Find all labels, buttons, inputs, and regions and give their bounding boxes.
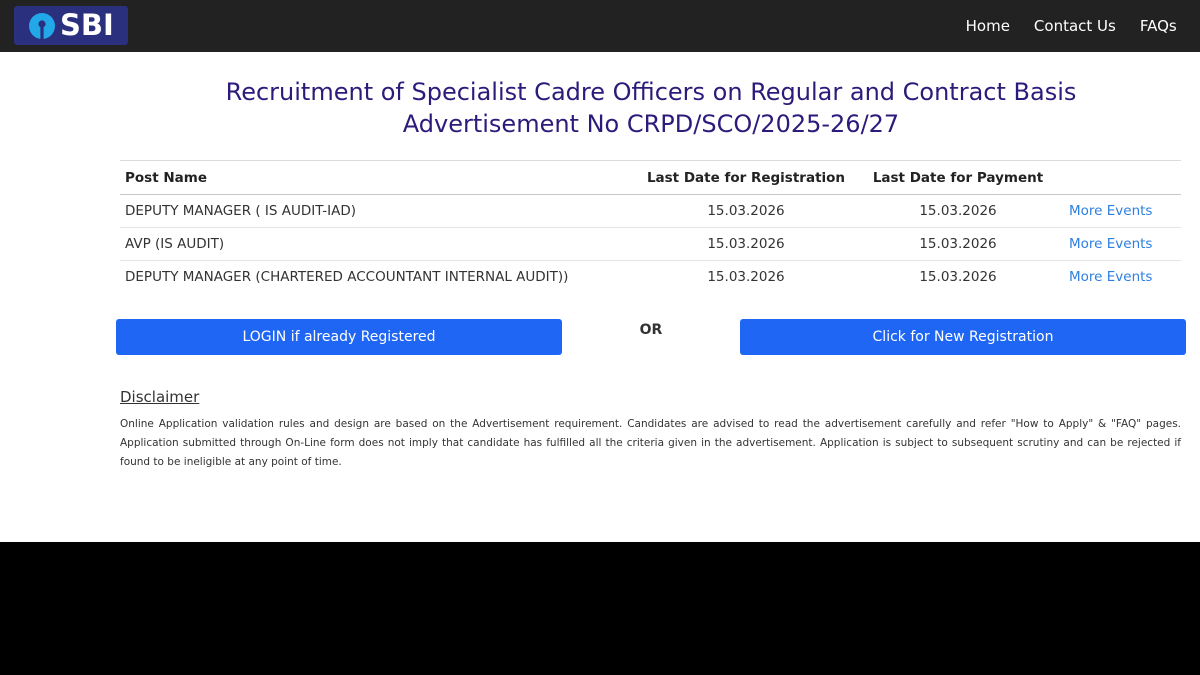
post-name-cell: DEPUTY MANAGER (CHARTERED ACCOUNTANT INT… bbox=[125, 269, 569, 286]
main-content: Recruitment of Specialist Cadre Officers… bbox=[0, 52, 1200, 542]
table-row: DEPUTY MANAGER ( IS AUDIT-IAD) 15.03.202… bbox=[120, 194, 1181, 228]
more-events-link[interactable]: More Events bbox=[1069, 236, 1152, 252]
header-last-date-payment: Last Date for Payment bbox=[852, 160, 1064, 195]
more-events-link[interactable]: More Events bbox=[1069, 203, 1152, 219]
post-name-cell: DEPUTY MANAGER ( IS AUDIT-IAD) bbox=[120, 194, 640, 228]
top-navbar: SBI Home Contact Us FAQs H bbox=[0, 0, 1200, 52]
page-title: Recruitment of Specialist Cadre Officers… bbox=[0, 76, 1200, 140]
table-row: DEPUTY MANAGER (CHARTERED ACCOUNTANT INT… bbox=[120, 261, 1181, 294]
more-events-link[interactable]: More Events bbox=[1069, 269, 1152, 285]
payment-date-cell: 15.03.2026 bbox=[852, 227, 1064, 261]
logo-text: SBI bbox=[60, 8, 114, 42]
registration-date-cell: 15.03.2026 bbox=[640, 194, 852, 228]
main-nav: Home Contact Us FAQs H bbox=[966, 0, 1200, 52]
registration-date-cell: 15.03.2026 bbox=[707, 269, 785, 286]
payment-date-cell: 15.03.2026 bbox=[852, 194, 1064, 228]
header-last-date-registration: Last Date for Registration bbox=[640, 160, 852, 195]
bottom-black-area bbox=[0, 542, 1200, 675]
new-registration-button[interactable]: Click for New Registration bbox=[740, 319, 1186, 355]
login-button[interactable]: LOGIN if already Registered bbox=[116, 319, 562, 355]
sbi-keyhole-icon bbox=[29, 12, 55, 40]
nav-faqs[interactable]: FAQs bbox=[1140, 17, 1177, 35]
sbi-logo[interactable]: SBI bbox=[14, 6, 128, 45]
table-row: AVP (IS AUDIT) 15.03.2026 15.03.2026 Mor… bbox=[120, 227, 1181, 261]
disclaimer-heading: Disclaimer bbox=[120, 388, 200, 406]
registration-date-cell: 15.03.2026 bbox=[640, 227, 852, 261]
disclaimer-text: Online Application validation rules and … bbox=[120, 418, 1181, 468]
nav-home[interactable]: Home bbox=[966, 17, 1010, 35]
page-title-line2: Advertisement No CRPD/SCO/2025-26/27 bbox=[402, 110, 900, 138]
or-separator: OR bbox=[639, 322, 663, 338]
header-actions bbox=[1064, 160, 1181, 195]
post-name-cell: AVP (IS AUDIT) bbox=[120, 227, 640, 261]
table-header-row: Post Name Last Date for Registration Las… bbox=[120, 160, 1181, 195]
payment-date-cell: 15.03.2026 bbox=[919, 269, 997, 286]
nav-contact-us[interactable]: Contact Us bbox=[1034, 17, 1116, 35]
header-post-name: Post Name bbox=[120, 160, 640, 195]
posts-table: Post Name Last Date for Registration Las… bbox=[120, 160, 1181, 294]
page-title-line1: Recruitment of Specialist Cadre Officers… bbox=[225, 78, 1077, 106]
